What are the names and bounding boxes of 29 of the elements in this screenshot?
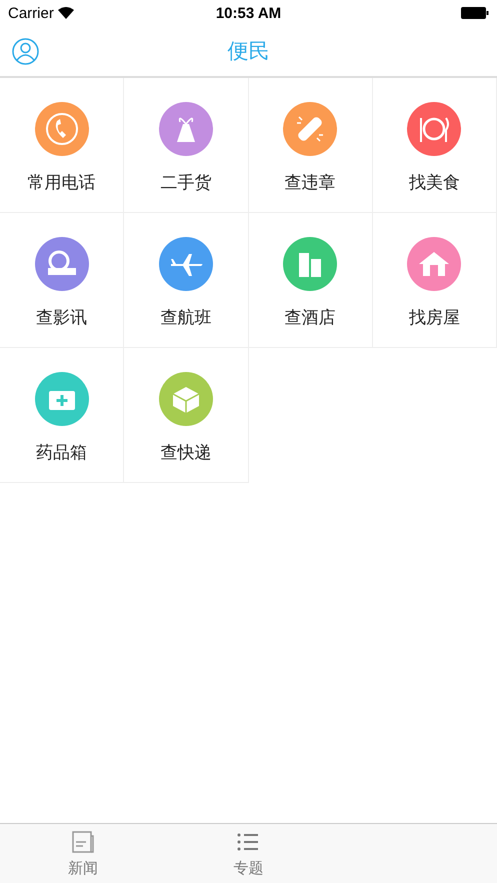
battery-icon (461, 7, 489, 19)
service-label: 找美食 (408, 172, 460, 194)
service-label: 常用电话 (28, 172, 96, 194)
service-tile[interactable]: 查快递 (124, 348, 248, 483)
service-tile[interactable]: 二手货 (124, 78, 248, 213)
service-tile[interactable]: 常用电话 (0, 78, 124, 213)
tab-bar-item[interactable]: 专题 (166, 824, 332, 883)
service-label: 药品箱 (36, 442, 88, 464)
service-tile[interactable]: 药品箱 (0, 348, 124, 483)
newspaper-icon (70, 830, 95, 854)
service-label: 查快递 (160, 442, 212, 464)
page-title: 便民 (228, 38, 270, 65)
service-tile[interactable]: 找房屋 (372, 213, 497, 348)
carrier-label: Carrier (8, 4, 54, 22)
service-tile[interactable]: 查酒店 (248, 213, 373, 348)
service-tile[interactable]: 找美食 (372, 78, 497, 213)
service-label: 查酒店 (284, 307, 336, 329)
service-label: 查影讯 (36, 307, 88, 329)
service-label: 找房屋 (408, 307, 460, 329)
service-label: 二手货 (160, 172, 212, 194)
service-label: 查违章 (284, 172, 336, 194)
service-tile[interactable]: 查影讯 (0, 213, 124, 348)
tab-bar-item[interactable]: 新闻 (0, 824, 166, 883)
clock-time: 10:53 AM (216, 4, 282, 22)
user-icon[interactable] (12, 38, 39, 65)
wifi-icon (58, 7, 74, 19)
service-tile[interactable]: 查航班 (124, 213, 248, 348)
service-tile[interactable]: 查违章 (248, 78, 373, 213)
service-label: 查航班 (160, 307, 212, 329)
